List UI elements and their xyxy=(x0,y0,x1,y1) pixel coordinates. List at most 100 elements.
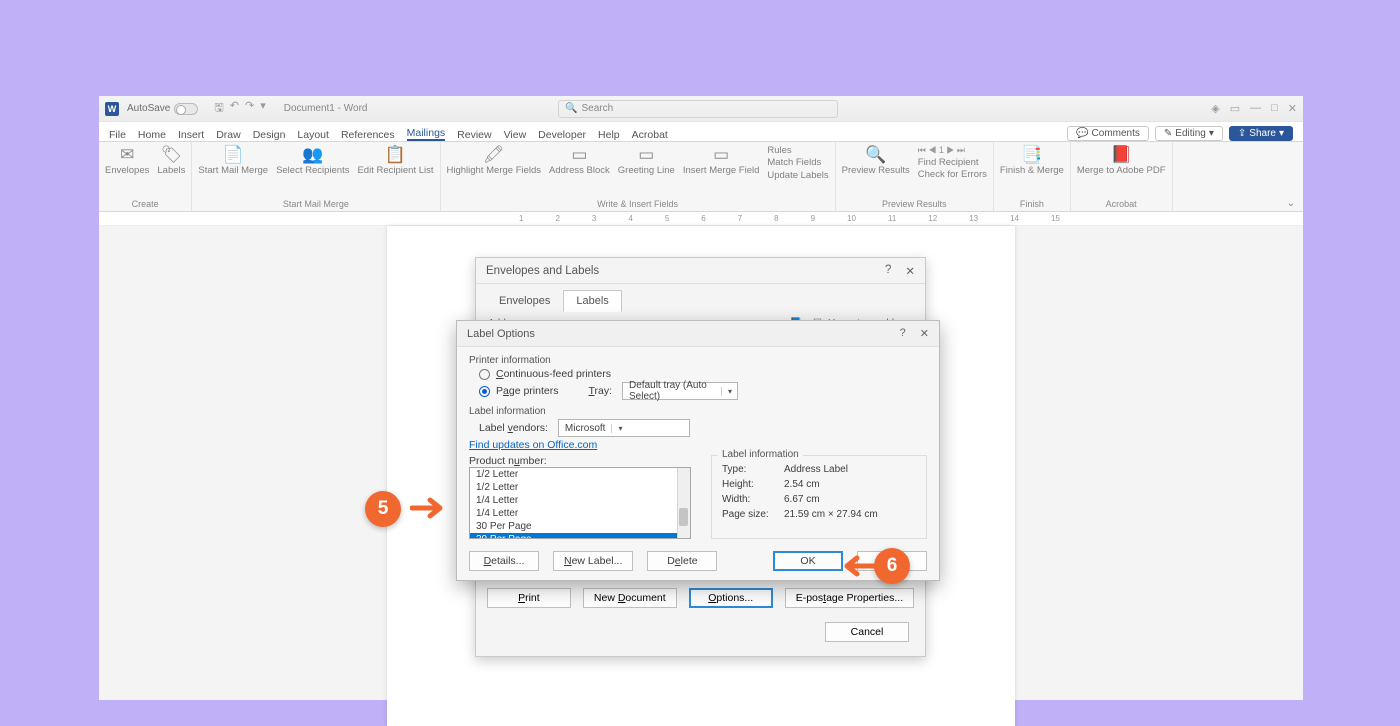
find-updates-link[interactable]: Find updates on Office.com xyxy=(469,439,927,451)
tab-insert[interactable]: Insert xyxy=(178,129,204,141)
tab-file[interactable]: File xyxy=(109,129,126,141)
list-item[interactable]: 30 Per Page xyxy=(470,533,690,539)
list-item[interactable]: 1/4 Letter xyxy=(470,507,690,520)
close-icon[interactable]: ✕ xyxy=(920,327,929,340)
select-recipients-button[interactable]: 👥Select Recipients xyxy=(276,146,349,176)
envelope-icon: ✉ xyxy=(120,146,134,165)
finish-icon: 📑 xyxy=(1021,146,1042,165)
undo-icon[interactable]: ↶ xyxy=(230,99,239,118)
tab-references[interactable]: References xyxy=(341,129,395,141)
epostage-button[interactable]: E-postage Properties... xyxy=(785,588,914,608)
tab-review[interactable]: Review xyxy=(457,129,491,141)
new-document-button[interactable]: New Document xyxy=(583,588,677,608)
scroll-thumb[interactable] xyxy=(679,508,688,526)
dialog2-titlebar: Label Options ? ✕ xyxy=(457,321,939,347)
help-icon[interactable]: ? xyxy=(885,264,891,278)
collapse-ribbon-icon[interactable]: ⌄ xyxy=(1287,198,1295,209)
nav-controls[interactable]: ⏮ ◀ 1 ▶ ⏭ xyxy=(918,146,965,156)
start-mail-merge-button[interactable]: 📄Start Mail Merge xyxy=(198,146,268,176)
tab-view[interactable]: View xyxy=(504,129,527,141)
list-item[interactable]: 1/4 Letter xyxy=(470,494,690,507)
tab-envelopes[interactable]: Envelopes xyxy=(486,290,563,312)
details-button[interactable]: Details... xyxy=(469,551,539,571)
edit-list-icon: 📋 xyxy=(385,146,406,165)
tab-developer[interactable]: Developer xyxy=(538,129,586,141)
delete-button[interactable]: Delete xyxy=(647,551,717,571)
share-button[interactable]: ⇪ Share ▾ xyxy=(1229,126,1293,141)
qat-more-icon[interactable]: ▾ xyxy=(260,99,266,118)
tab-layout[interactable]: Layout xyxy=(297,129,329,141)
greeting-line-button[interactable]: ▭Greeting Line xyxy=(618,146,675,176)
window-controls: ◈ ▭ — □ ✕ xyxy=(1211,102,1297,115)
address-block-button[interactable]: ▭Address Block xyxy=(549,146,610,176)
radio-icon xyxy=(479,369,490,380)
pdf-icon: 📕 xyxy=(1111,146,1132,165)
list-item[interactable]: 1/2 Letter xyxy=(470,468,690,481)
find-recipient-button[interactable]: Find Recipient xyxy=(918,158,979,168)
new-label-button[interactable]: New Label... xyxy=(553,551,633,571)
match-fields-button[interactable]: Match Fields xyxy=(767,158,821,168)
close-icon[interactable]: ✕ xyxy=(1288,102,1297,115)
rules-button[interactable]: Rules xyxy=(767,146,791,156)
editing-button[interactable]: ✎ Editing ▾ xyxy=(1155,126,1223,141)
options-button[interactable]: Options... xyxy=(689,588,773,608)
diamond-icon[interactable]: ◈ xyxy=(1211,102,1219,115)
minimize-icon[interactable]: — xyxy=(1250,102,1261,115)
scrollbar[interactable] xyxy=(677,468,690,538)
labels-button[interactable]: 🏷Labels xyxy=(157,146,185,176)
printer-info-heading: Printer information xyxy=(469,355,927,366)
labels-icon: 🏷 xyxy=(161,146,183,165)
tab-labels[interactable]: Labels xyxy=(563,290,621,312)
redo-icon[interactable]: ↷ xyxy=(245,99,254,118)
radio-icon xyxy=(479,386,490,397)
check-errors-button[interactable]: Check for Errors xyxy=(918,170,987,180)
dialog1-titlebar: Envelopes and Labels ? ✕ xyxy=(476,258,925,284)
tab-draw[interactable]: Draw xyxy=(216,129,241,141)
label-info-panel: Label information Type:Address Label Hei… xyxy=(711,455,927,539)
page-printers-radio[interactable]: Page printers xyxy=(479,385,558,397)
envelopes-button[interactable]: ✉Envelopes xyxy=(105,146,149,176)
tab-acrobat[interactable]: Acrobat xyxy=(632,129,668,141)
dialog2-title: Label Options xyxy=(467,328,535,340)
ribbon-mode-icon[interactable]: ▭ xyxy=(1230,102,1240,115)
comments-button[interactable]: 💬 Comments xyxy=(1067,126,1149,141)
search-box[interactable]: 🔍 Search xyxy=(558,100,838,118)
merge-to-pdf-button[interactable]: 📕Merge to Adobe PDF xyxy=(1077,146,1166,176)
chevron-down-icon: ▾ xyxy=(611,424,627,433)
help-icon[interactable]: ? xyxy=(900,327,906,340)
step-marker-5: 5 xyxy=(365,491,401,527)
highlight-merge-fields-button[interactable]: 🖍Highlight Merge Fields xyxy=(447,146,542,176)
tab-home[interactable]: Home xyxy=(138,129,166,141)
update-labels-button[interactable]: Update Labels xyxy=(767,171,828,181)
edit-recipient-list-button[interactable]: 📋Edit Recipient List xyxy=(357,146,433,176)
autosave-toggle[interactable]: AutoSave xyxy=(127,103,198,115)
maximize-icon[interactable]: □ xyxy=(1271,102,1278,115)
ok-button[interactable]: OK xyxy=(773,551,843,571)
list-item[interactable]: 1/2 Letter xyxy=(470,481,690,494)
preview-results-button[interactable]: 🔍Preview Results xyxy=(842,146,910,176)
finish-merge-button[interactable]: 📑Finish & Merge xyxy=(1000,146,1064,176)
save-icon[interactable]: 🖫 xyxy=(214,99,223,118)
tray-select[interactable]: Default tray (Auto Select)▾ xyxy=(622,382,738,400)
dialog1-title: Envelopes and Labels xyxy=(486,265,599,277)
tray-value: Default tray (Auto Select) xyxy=(623,380,721,402)
search-icon: 🔍 xyxy=(565,103,577,114)
tab-design[interactable]: Design xyxy=(253,129,286,141)
toggle-icon xyxy=(174,103,198,115)
tab-help[interactable]: Help xyxy=(598,129,620,141)
list-item[interactable]: 30 Per Page xyxy=(470,520,690,533)
vendor-select[interactable]: Microsoft▾ xyxy=(558,419,690,437)
close-icon[interactable]: ✕ xyxy=(905,264,915,278)
vendors-label: Label vendors: xyxy=(479,422,548,434)
insert-merge-field-button[interactable]: ▭Insert Merge Field xyxy=(683,146,760,176)
product-number-list[interactable]: 1/2 Letter 1/2 Letter 1/4 Letter 1/4 Let… xyxy=(469,467,691,539)
vendor-value: Microsoft xyxy=(559,423,612,434)
highlight-icon: 🖍 xyxy=(483,146,505,165)
mailmerge-icon: 📄 xyxy=(223,146,244,165)
tab-mailings[interactable]: Mailings xyxy=(407,127,446,141)
word-logo-icon: W xyxy=(105,102,119,116)
print-button[interactable]: Print xyxy=(487,588,571,608)
cancel-button[interactable]: Cancel xyxy=(825,622,909,642)
ruler: 123456789101112131415 xyxy=(99,212,1303,226)
continuous-feed-radio[interactable]: Continuous-feed printers xyxy=(479,368,927,380)
